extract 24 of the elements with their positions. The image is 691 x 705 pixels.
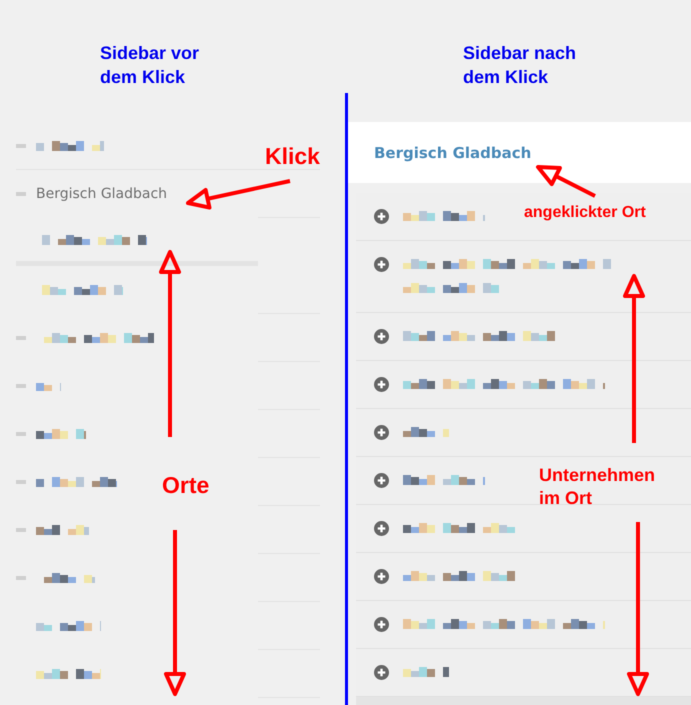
plus-icon[interactable] xyxy=(374,569,389,584)
plus-icon[interactable] xyxy=(374,377,389,392)
annotation-label: Orte xyxy=(162,472,210,498)
pixelated-text-drawing xyxy=(36,523,89,537)
plus-icon[interactable] xyxy=(374,521,389,536)
annotation-arrow xyxy=(536,165,596,198)
pixelated-text-drawing xyxy=(36,139,104,153)
plus-icon[interactable] xyxy=(374,209,389,224)
plus-icon[interactable] xyxy=(374,425,389,440)
pixelated-text-drawing xyxy=(36,667,101,681)
place-header[interactable]: Bergisch Gladbach xyxy=(348,122,691,183)
plus-icon[interactable] xyxy=(374,329,389,344)
plus-icon[interactable] xyxy=(374,257,389,272)
annotation-label: Unternehmen im Ort xyxy=(539,464,656,510)
plus-icon[interactable] xyxy=(374,473,389,488)
plus-icon[interactable] xyxy=(374,665,389,680)
panel-heading: Sidebar nach dem Klick xyxy=(463,42,578,89)
place-link[interactable]: Bergisch Gladbach xyxy=(36,186,168,202)
panel-heading: Sidebar vor dem Klick xyxy=(100,42,200,89)
pixelated-text-drawing xyxy=(36,427,86,441)
pixelated-text-drawing xyxy=(36,619,101,633)
annotation-label: Klick xyxy=(265,143,320,169)
plus-icon[interactable] xyxy=(374,617,389,632)
annotation-label: angeklickter Ort xyxy=(524,203,646,223)
